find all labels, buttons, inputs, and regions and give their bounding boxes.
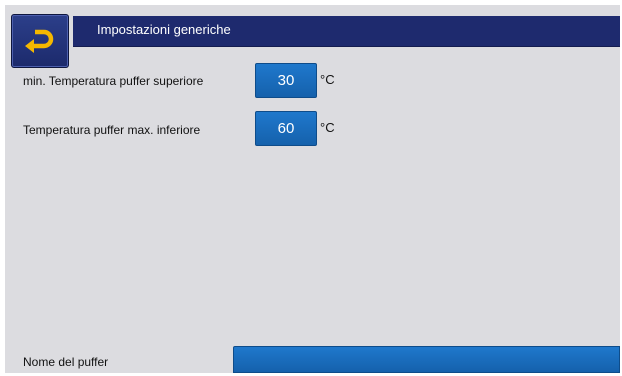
buffer-name-label: Nome del puffer [23,355,109,369]
page-title: Impostazioni generiche [97,22,231,37]
screen: Impostazioni generiche min. Temperatura … [5,5,620,373]
title-bar: Impostazioni generiche [73,16,620,47]
max-bottom-buffer-temp-unit: °C [320,120,335,135]
min-top-buffer-temp-label: min. Temperatura puffer superiore [23,74,204,88]
min-top-buffer-temp-value[interactable]: 30 [255,63,317,98]
back-button[interactable] [11,14,69,68]
min-top-buffer-temp-unit: °C [320,72,335,87]
max-bottom-buffer-temp-value[interactable]: 60 [255,111,317,146]
buffer-name-field[interactable] [233,346,620,373]
return-arrow-icon [25,29,54,53]
max-bottom-buffer-temp-label: Temperatura puffer max. inferiore [23,123,201,137]
